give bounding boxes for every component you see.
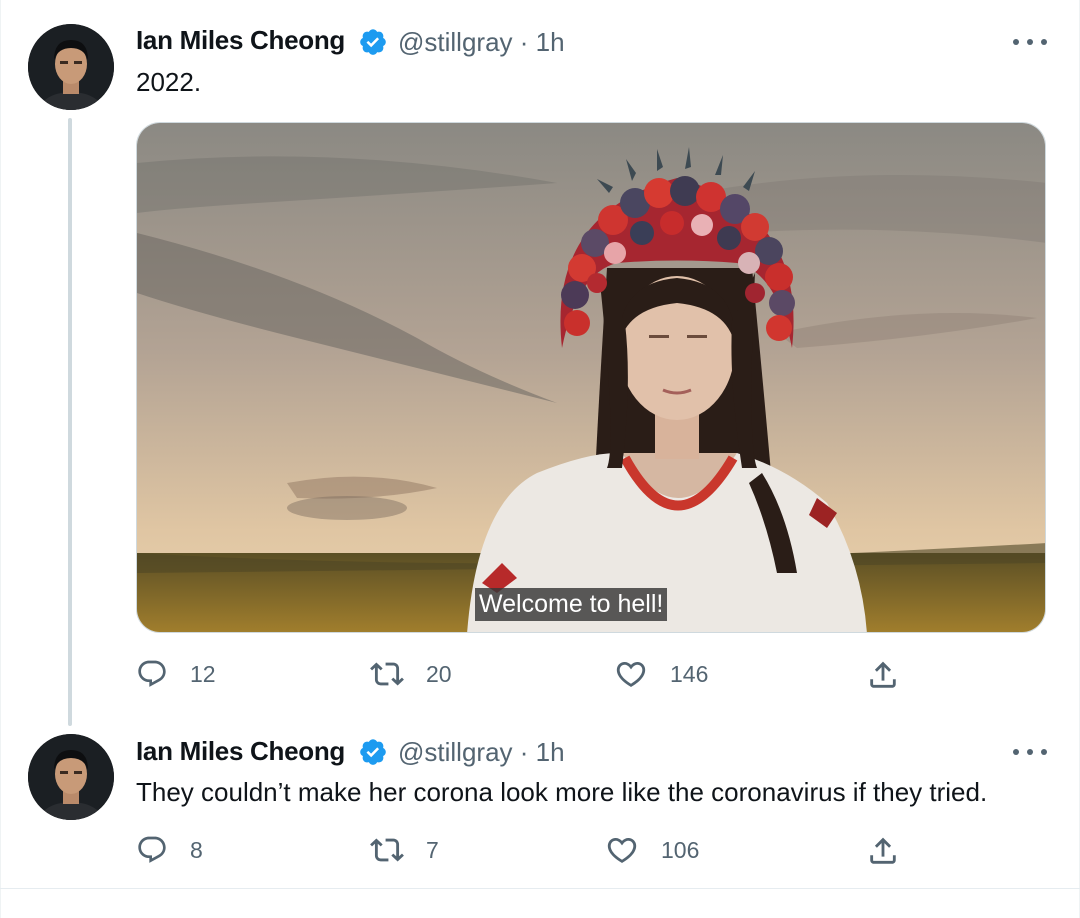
avatar-image [28, 24, 114, 110]
share-icon [870, 661, 896, 688]
share-icon [870, 837, 896, 864]
reply-icon [138, 836, 166, 863]
reply-icon [138, 660, 166, 687]
media-image [137, 123, 1045, 632]
share-button[interactable] [866, 657, 900, 693]
like-icon [607, 837, 637, 863]
author-handle-meta[interactable]: @stillgray · 1h [398, 737, 565, 768]
tweet-divider [0, 888, 1080, 889]
retweet-button[interactable]: 7 [370, 832, 439, 868]
author-handle-meta[interactable]: @stillgray · 1h [398, 27, 565, 58]
retweet-count: 7 [426, 836, 439, 863]
retweet-count: 20 [426, 660, 452, 687]
author-handle[interactable]: @stillgray [398, 27, 513, 57]
like-icon [616, 661, 646, 687]
avatar[interactable] [28, 24, 114, 110]
like-count: 146 [670, 660, 709, 687]
meta-separator: · [519, 27, 529, 57]
tweet-time[interactable]: 1h [536, 27, 565, 57]
verified-badge-icon [360, 29, 386, 55]
thread-line [68, 118, 72, 726]
video-caption: Welcome to hell! [475, 588, 668, 621]
reply-count: 8 [190, 836, 203, 863]
retweet-icon [370, 838, 404, 862]
tweet-text: They couldn’t make her corona look more … [136, 777, 988, 807]
author-name[interactable]: Ian Miles Cheong [136, 736, 345, 767]
author-name[interactable]: Ian Miles Cheong [136, 25, 345, 56]
avatar[interactable] [28, 734, 114, 820]
author-handle[interactable]: @stillgray [398, 737, 513, 767]
more-options-icon[interactable] [1013, 742, 1047, 762]
more-options-icon[interactable] [1013, 32, 1047, 52]
verified-badge-icon [360, 739, 386, 765]
reply-button[interactable]: 12 [136, 656, 216, 692]
avatar-image [28, 734, 114, 820]
retweet-button[interactable]: 20 [370, 656, 452, 692]
like-count: 106 [661, 836, 700, 863]
like-button[interactable]: 106 [605, 832, 699, 868]
share-button[interactable] [866, 833, 900, 869]
tweet-time[interactable]: 1h [536, 737, 565, 767]
meta-separator: · [519, 737, 529, 767]
tweet-text: 2022. [136, 67, 202, 97]
like-button[interactable]: 146 [614, 656, 708, 692]
reply-button[interactable]: 8 [136, 832, 203, 868]
reply-count: 12 [190, 660, 216, 687]
retweet-icon [370, 662, 404, 686]
tweet-media[interactable]: Welcome to hell! [136, 122, 1046, 633]
